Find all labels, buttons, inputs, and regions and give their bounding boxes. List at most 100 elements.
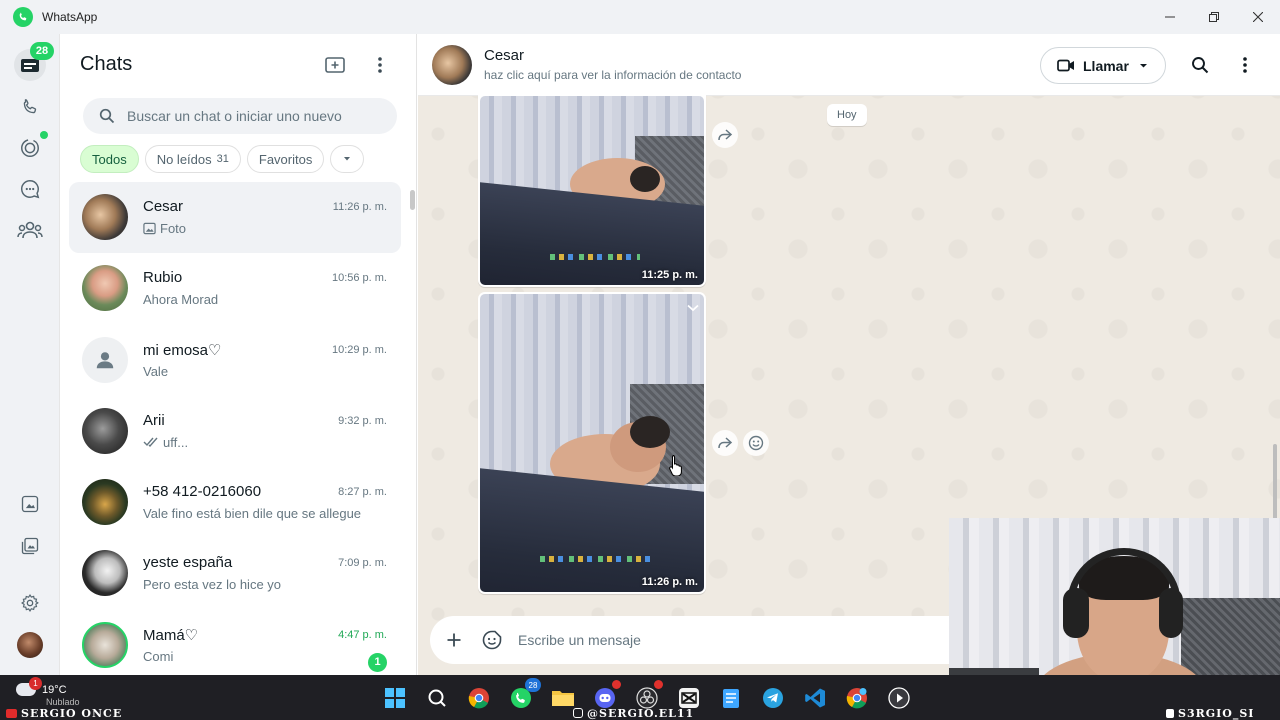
close-button[interactable] xyxy=(1236,0,1280,34)
telegram-icon[interactable] xyxy=(758,683,787,712)
maximize-button[interactable] xyxy=(1192,0,1236,34)
chat-preview: uff... xyxy=(143,435,188,450)
sticker-button[interactable] xyxy=(478,626,506,654)
vscode-icon[interactable] xyxy=(800,683,829,712)
chat-time: 9:32 p. m. xyxy=(338,414,387,427)
title-bar: WhatsApp xyxy=(0,0,1280,34)
search-chat-button[interactable] xyxy=(1186,51,1214,79)
notepad-icon[interactable] xyxy=(716,683,745,712)
chat-item-cesar[interactable]: Cesar 11:26 p. m. Foto xyxy=(69,182,401,254)
default-avatar-icon xyxy=(82,336,128,383)
photo-message[interactable]: 11:26 p. m. xyxy=(478,292,706,594)
chat-preview-text: Vale xyxy=(143,363,169,379)
status-new-dot xyxy=(40,131,48,139)
tiktok-icon xyxy=(1166,708,1174,718)
chat-item-mama[interactable]: Mamá♡ 4:47 p. m. Comi 1 xyxy=(69,610,401,675)
discord-alert-dot xyxy=(612,680,621,689)
watermark-left: SERGIO ONCE xyxy=(6,706,122,720)
avatar xyxy=(82,479,128,526)
photo-thumbnail[interactable]: 11:26 p. m. xyxy=(480,294,704,592)
chat-preview-text: Pero esta vez lo hice yo xyxy=(143,577,282,593)
video-camera-icon xyxy=(1057,59,1075,72)
chat-time: 10:29 p. m. xyxy=(331,343,387,356)
channels-icon xyxy=(21,180,40,199)
chat-name: +58 412-0216060 xyxy=(143,483,262,501)
conversation-header[interactable]: Cesar haz clic aquí para ver la informac… xyxy=(418,34,1280,96)
filter-more-button[interactable] xyxy=(330,145,365,173)
media-nav-button[interactable] xyxy=(14,530,46,562)
chat-preview-text: Foto xyxy=(160,221,187,236)
chat-item-phone-number[interactable]: +58 412-0216060 8:27 p. m. Vale fino est… xyxy=(69,467,401,538)
weather-widget[interactable]: 1 19°C Nublado xyxy=(16,677,80,707)
chat-list-scrollbar[interactable] xyxy=(410,190,415,210)
webcam-content xyxy=(1159,588,1183,638)
cloud-icon: 1 xyxy=(16,677,42,696)
chat-item-arii[interactable]: Arii 9:32 p. m. uff... xyxy=(69,396,401,467)
react-button[interactable] xyxy=(743,430,769,456)
sticker-icon xyxy=(482,630,502,650)
chat-preview-text: Vale fino está bien dile que se allegue xyxy=(143,506,362,522)
forward-button[interactable] xyxy=(712,430,738,456)
hand-cursor-icon xyxy=(669,454,683,481)
watermark-left-text: SERGIO ONCE xyxy=(21,706,123,720)
filter-label: Todos xyxy=(92,151,127,167)
windows-start-icon[interactable] xyxy=(380,683,409,712)
meta-ai-nav-button[interactable] xyxy=(14,488,46,520)
settings-nav-button[interactable] xyxy=(14,587,46,619)
search-icon xyxy=(1192,57,1209,74)
chat-preview-text: uff... xyxy=(163,434,189,450)
photo-message[interactable]: 11:25 p. m. xyxy=(478,94,706,287)
chevron-down-icon xyxy=(1139,63,1148,69)
message-input[interactable]: Escribe un mensaje xyxy=(518,632,641,648)
contact-info-hint[interactable]: haz clic aquí para ver la información de… xyxy=(484,68,741,82)
date-separator: Hoy xyxy=(827,104,867,126)
filter-favoritos[interactable]: Favoritos xyxy=(246,145,325,173)
photo-thumbnail[interactable]: 11:25 p. m. xyxy=(480,96,704,285)
search-input[interactable]: Buscar un chat o iniciar uno nuevo xyxy=(83,98,397,134)
minimize-button[interactable] xyxy=(1148,0,1192,34)
call-label: Llamar xyxy=(1083,57,1129,74)
chat-name: Cesar xyxy=(143,198,184,215)
contact-avatar[interactable] xyxy=(432,45,472,85)
kebab-menu-icon xyxy=(1243,57,1247,73)
filter-chips: Todos No leídos 31 Favoritos xyxy=(80,145,365,173)
filter-label: No leídos xyxy=(156,151,212,167)
chat-item-mi-emosa[interactable]: mi emosa♡ 10:29 p. m. Vale xyxy=(69,325,401,396)
message-menu-chevron-icon[interactable] xyxy=(687,299,699,317)
chats-menu-button[interactable] xyxy=(366,51,394,79)
attach-button[interactable] xyxy=(440,626,468,654)
contact-name[interactable]: Cesar xyxy=(484,47,524,64)
chat-item-yeste-espana[interactable]: yeste españa 7:09 p. m. Pero esta vez lo… xyxy=(69,538,401,609)
calls-nav-button[interactable] xyxy=(14,91,46,123)
message-time: 11:25 p. m. xyxy=(641,269,698,281)
search-placeholder: Buscar un chat o iniciar uno nuevo xyxy=(127,108,342,124)
photo-content xyxy=(550,254,640,260)
filter-no-leidos[interactable]: No leídos 31 xyxy=(144,145,241,173)
new-chat-icon xyxy=(325,57,345,73)
chat-preview: Vale xyxy=(143,364,168,379)
chat-time: 7:09 p. m. xyxy=(338,557,387,570)
message-time: 11:26 p. m. xyxy=(641,576,698,588)
chrome-icon[interactable] xyxy=(464,683,493,712)
communities-nav-button[interactable] xyxy=(14,214,46,246)
filter-todos[interactable]: Todos xyxy=(80,145,139,173)
chat-preview: Vale fino está bien dile que se allegue xyxy=(143,506,361,521)
call-button[interactable]: Llamar xyxy=(1040,47,1166,84)
chat-name: mi emosa♡ xyxy=(143,341,222,359)
communities-icon xyxy=(17,221,43,239)
chrome-profile-icon[interactable] xyxy=(842,683,871,712)
profile-avatar[interactable] xyxy=(17,632,43,658)
gear-icon xyxy=(21,594,39,612)
channels-nav-button[interactable] xyxy=(14,173,46,205)
forward-button[interactable] xyxy=(712,122,738,148)
phone-icon xyxy=(23,99,37,114)
whatsapp-taskbar-icon[interactable]: 28 xyxy=(506,678,541,712)
chat-name: yeste españa xyxy=(143,554,233,572)
media-player-icon[interactable] xyxy=(884,683,913,712)
new-chat-button[interactable] xyxy=(321,51,349,79)
forward-icon xyxy=(718,129,733,141)
avatar xyxy=(82,550,128,597)
chat-menu-button[interactable] xyxy=(1231,51,1259,79)
search-icon[interactable] xyxy=(422,683,451,712)
chat-item-rubio[interactable]: Rubio 10:56 p. m. Ahora Morad xyxy=(69,253,401,324)
